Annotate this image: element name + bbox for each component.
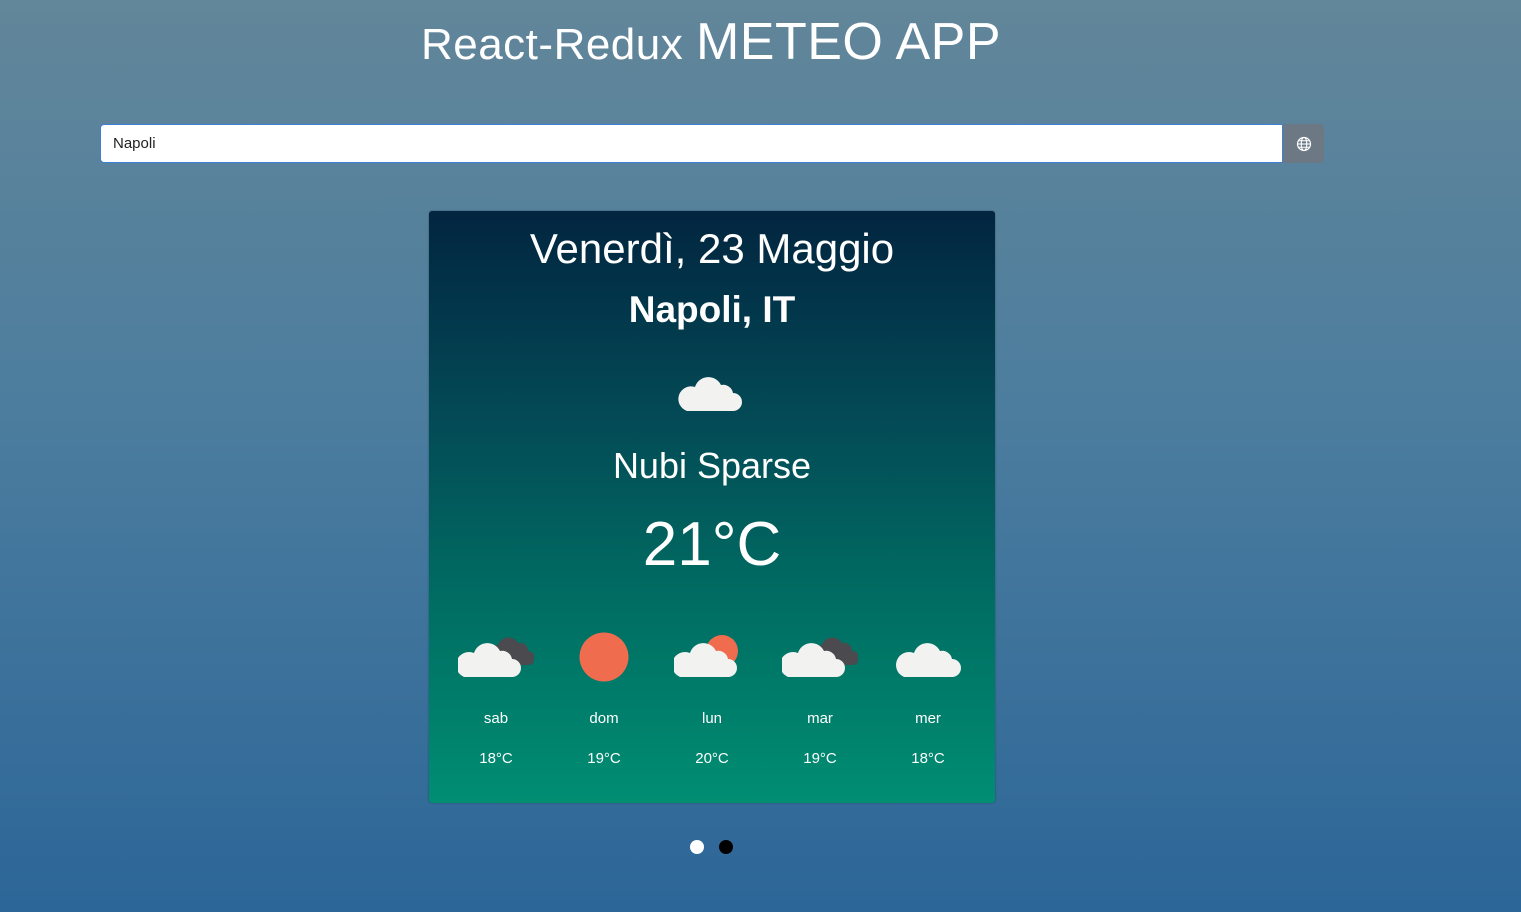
carousel-dot-1[interactable]	[690, 840, 704, 854]
cloud-sun-icon	[674, 635, 738, 677]
search-bar	[100, 124, 1324, 163]
forecast-temperature: 19°C	[587, 750, 621, 767]
current-temperature: 21°C	[642, 510, 782, 579]
city-search-input[interactable]	[100, 124, 1283, 163]
forecast-day-label: mer	[915, 710, 941, 727]
forecast-temperature: 19°C	[803, 750, 837, 767]
cloud-icon	[896, 643, 961, 677]
forecast-day: dom 19°C	[550, 631, 658, 781]
forecast-day-label: sab	[483, 710, 509, 727]
forecast-temperature: 18°C	[911, 750, 945, 767]
search-button[interactable]	[1283, 124, 1324, 163]
forecast-day: mer 18°C	[874, 631, 982, 781]
cloud-icon	[678, 377, 742, 411]
cloud-dark-cloud-icon	[782, 637, 858, 677]
weather-description: Nubi Sparse	[612, 445, 812, 486]
forecast-day: sab 18°C	[442, 631, 550, 781]
sun-icon	[579, 632, 629, 682]
app-title: React-Redux METEO APP	[0, 12, 1422, 72]
carousel-dot-2[interactable]	[719, 840, 733, 854]
forecast-temperature: 20°C	[695, 750, 729, 767]
current-city: Napoli, IT	[628, 289, 796, 330]
globe-icon	[1296, 136, 1311, 151]
forecast-day-label: lun	[701, 710, 723, 727]
forecast-day-label: mar	[807, 710, 833, 727]
forecast-temperature: 18°C	[479, 750, 513, 767]
forecast-day-label: dom	[589, 710, 619, 727]
weather-card: Venerdì, 23 Maggio Napoli, IT Nubi Spars…	[429, 211, 995, 803]
cloud-dark-cloud-icon	[458, 637, 534, 677]
forecast-day: mar 19°C	[766, 631, 874, 781]
app-title-small: React-Redux	[420, 20, 684, 69]
forecast-day: lun 20°C	[658, 631, 766, 781]
app-title-big: METEO APP	[695, 13, 1002, 71]
current-date: Venerdì, 23 Maggio	[529, 225, 895, 272]
forecast-list: sab 18°C dom 19°C lun 20°C mar 19°C mer …	[442, 631, 982, 781]
